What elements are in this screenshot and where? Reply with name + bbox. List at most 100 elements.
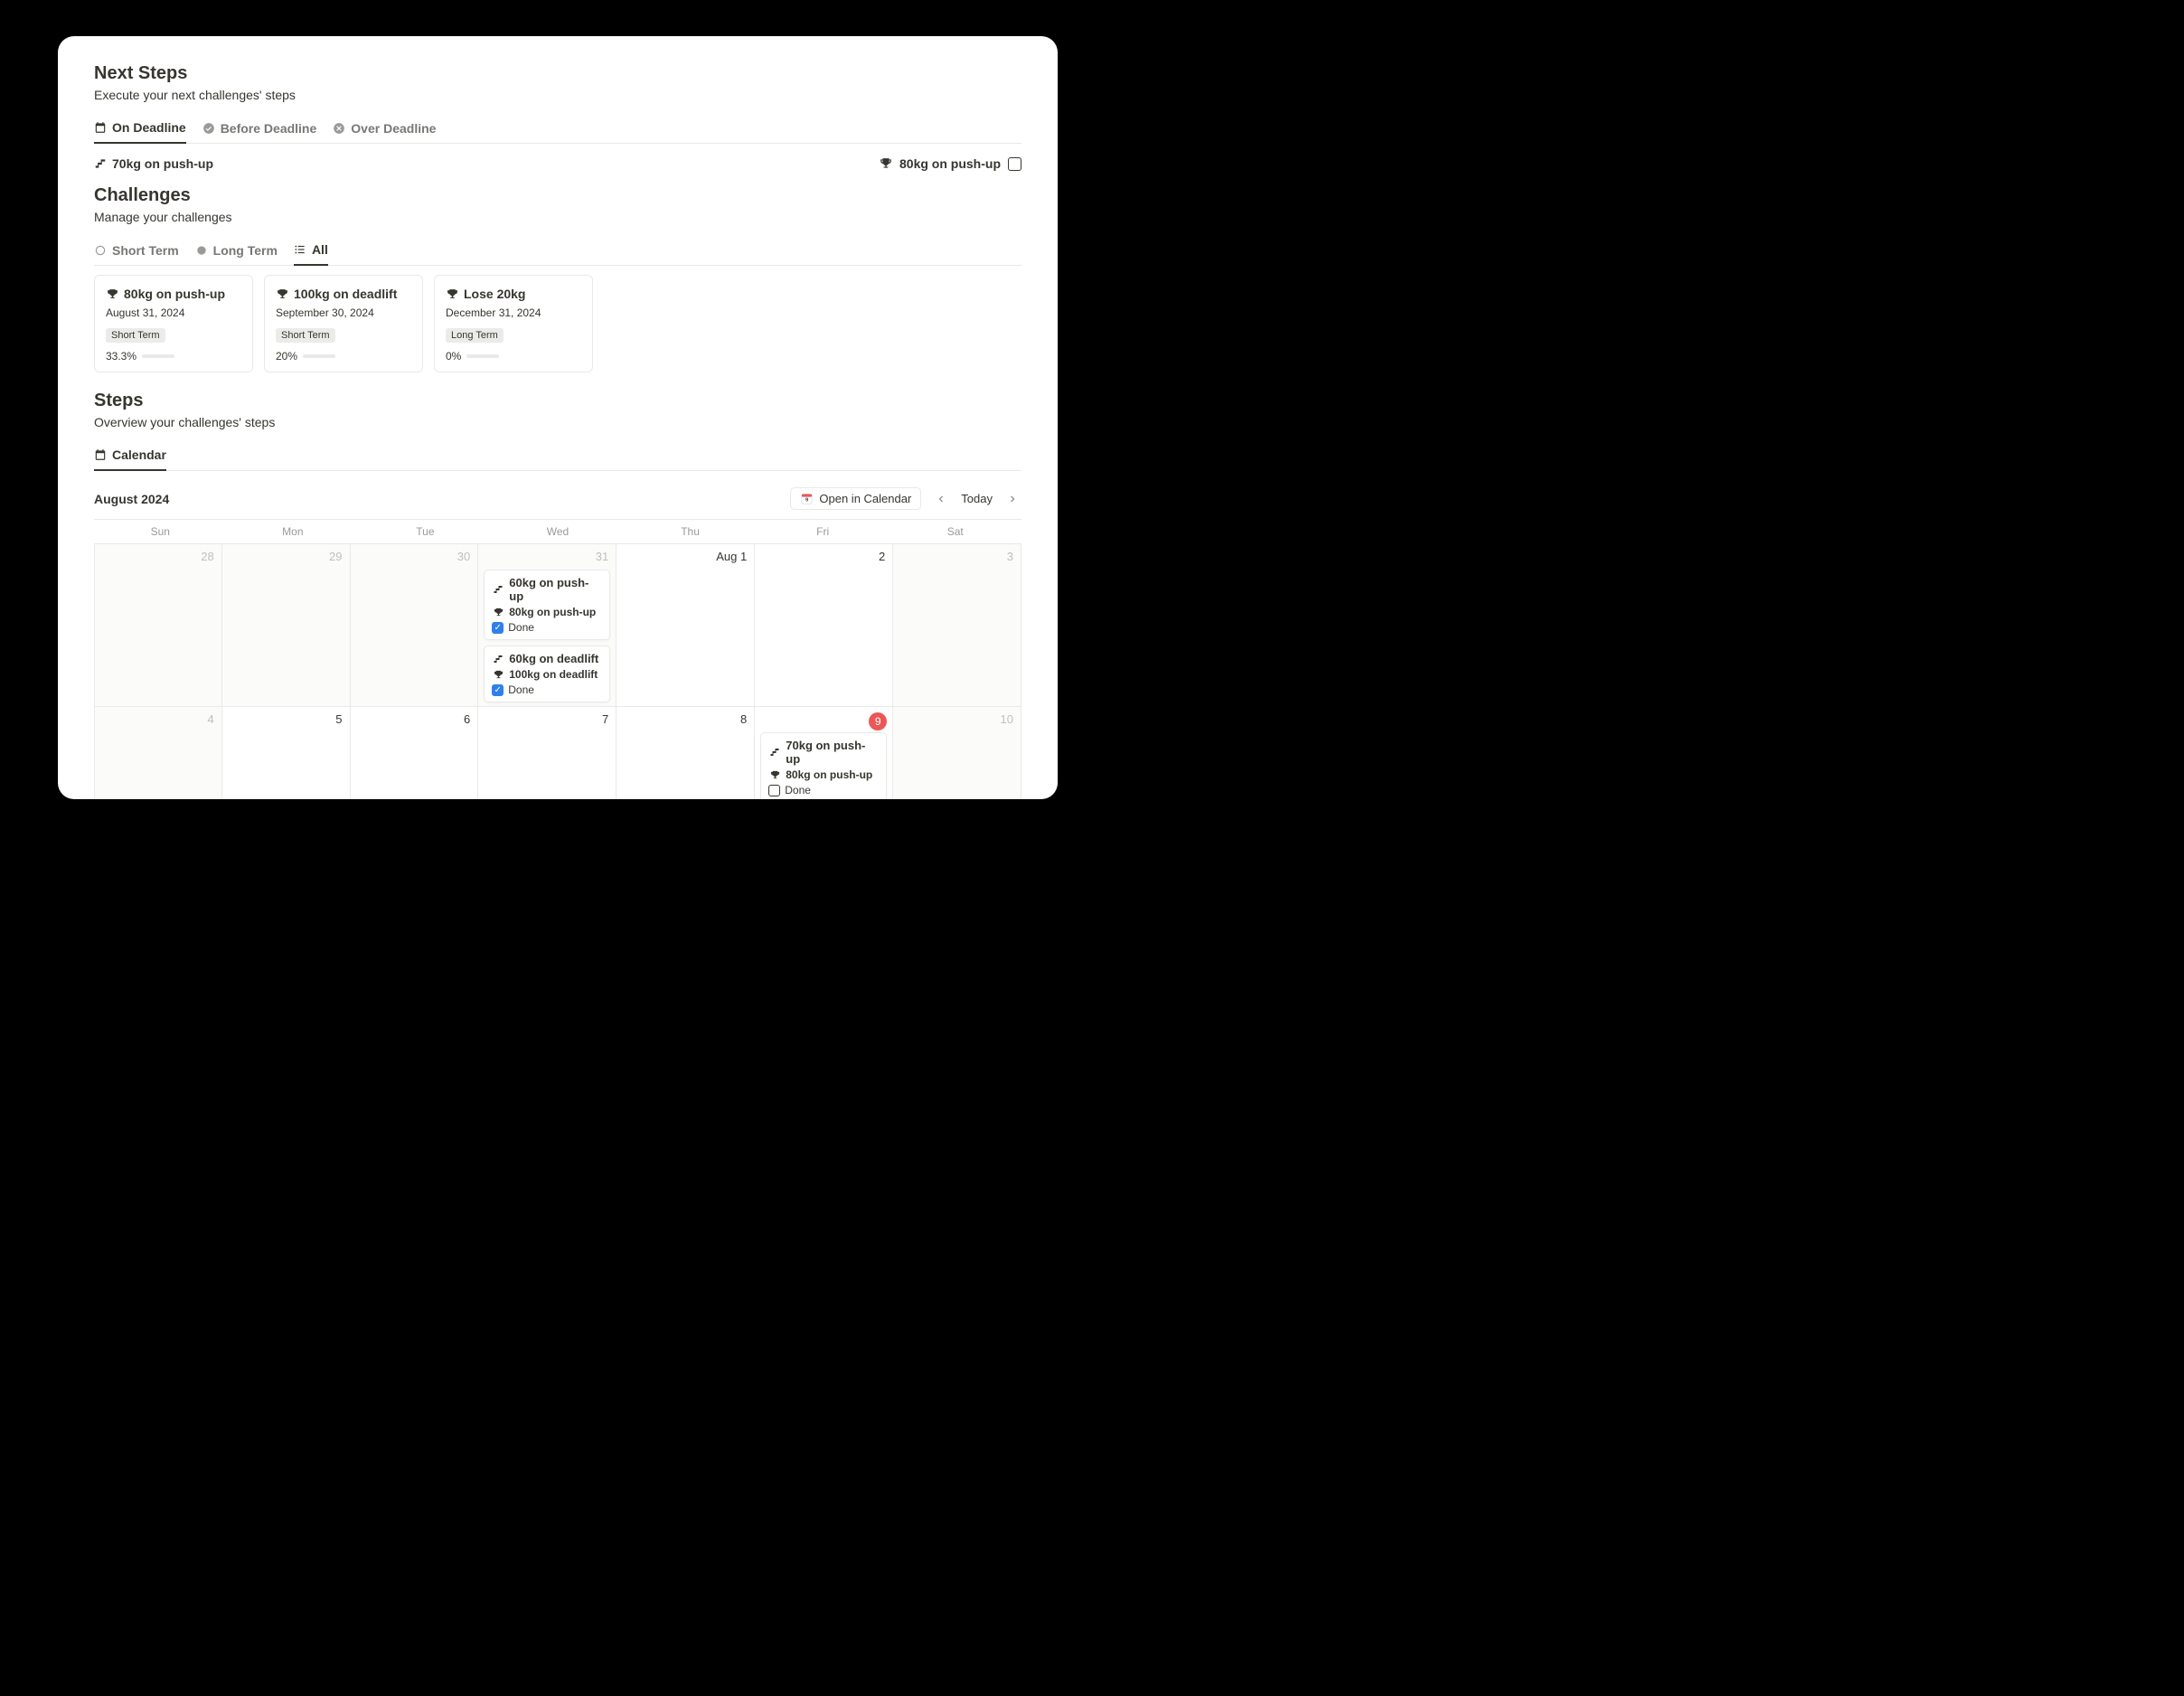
card-date: December 31, 2024 xyxy=(446,306,581,319)
calendar-cell[interactable]: Aug 1 xyxy=(617,543,755,706)
event-sub-text: 80kg on push-up xyxy=(786,768,872,781)
challenge-card[interactable]: 100kg on deadlift September 30, 2024 Sho… xyxy=(264,275,423,372)
challenge-card[interactable]: Lose 20kg December 31, 2024 Long Term 0% xyxy=(434,275,593,372)
calendar-cell[interactable]: 10 xyxy=(893,706,1021,799)
screen: Next Steps Execute your next challenges'… xyxy=(58,36,1058,799)
goal-chip[interactable]: 80kg on push-up xyxy=(880,156,1021,171)
calendar-body: 28 29 30 31 60kg on push-up 80kg xyxy=(94,543,1021,799)
event-title-text: 60kg on deadlift xyxy=(509,652,598,665)
progress-bar xyxy=(303,354,335,358)
calendar-app-icon: 9 xyxy=(800,492,814,505)
next-month-button[interactable] xyxy=(1003,494,1021,504)
tab-before-deadline[interactable]: Before Deadline xyxy=(202,116,317,143)
calendar-event[interactable]: 70kg on push-up 80kg on push-up Done xyxy=(760,732,887,799)
card-tag: Short Term xyxy=(276,328,335,343)
calendar-cell[interactable]: 3 xyxy=(893,543,1021,706)
checkbox-unchecked-icon[interactable] xyxy=(768,785,780,796)
trophy-icon xyxy=(492,606,504,618)
dow-cell: Sat xyxy=(889,520,1021,543)
cell-date: 2 xyxy=(879,550,885,563)
next-steps-tabs: On Deadline Before Deadline Over Deadlin… xyxy=(94,115,1021,144)
challenge-card[interactable]: 80kg on push-up August 31, 2024 Short Te… xyxy=(94,275,253,372)
next-step-row: 70kg on push-up 80kg on push-up xyxy=(94,153,1021,185)
calendar-cell[interactable]: 30 xyxy=(351,543,479,706)
calendar-cell[interactable]: 31 60kg on push-up 80kg on push-up xyxy=(478,543,617,706)
calendar-cell[interactable]: 8 xyxy=(617,706,755,799)
calendar-dow-row: Sun Mon Tue Wed Thu Fri Sat xyxy=(94,520,1021,543)
cell-date: 29 xyxy=(329,550,342,563)
tab-label: Over Deadline xyxy=(351,121,436,136)
dow-cell: Sun xyxy=(94,520,227,543)
cell-date: 3 xyxy=(1007,550,1013,563)
card-date: September 30, 2024 xyxy=(276,306,411,319)
calendar-cell[interactable]: 4 xyxy=(94,706,222,799)
card-tag: Long Term xyxy=(446,328,504,343)
calendar-event[interactable]: 60kg on push-up 80kg on push-up ✓ Done xyxy=(484,570,610,640)
tab-calendar-view[interactable]: Calendar xyxy=(94,442,166,471)
tab-label: Before Deadline xyxy=(221,121,317,136)
card-pct: 33.3% xyxy=(106,350,136,363)
card-progress: 0% xyxy=(446,350,581,363)
challenges-tabs: Short Term Long Term All xyxy=(94,237,1021,266)
tab-on-deadline[interactable]: On Deadline xyxy=(94,115,186,144)
trophy-icon xyxy=(492,668,504,681)
challenge-cards: 80kg on push-up August 31, 2024 Short Te… xyxy=(94,275,1021,372)
card-title-text: Lose 20kg xyxy=(464,287,525,301)
checkbox-checked-icon[interactable]: ✓ xyxy=(492,622,504,634)
cell-date: Aug 1 xyxy=(716,550,747,563)
calendar-cell[interactable]: 6 xyxy=(351,706,479,799)
calendar-month: August 2024 xyxy=(94,492,169,506)
trophy-icon xyxy=(446,287,458,300)
current-step[interactable]: 70kg on push-up xyxy=(94,156,213,171)
card-title-text: 80kg on push-up xyxy=(124,287,225,301)
prev-month-button[interactable] xyxy=(932,494,950,504)
open-in-calendar-button[interactable]: 9 Open in Calendar xyxy=(790,487,921,510)
list-icon xyxy=(294,243,306,256)
calendar-cell[interactable]: 7 xyxy=(478,706,617,799)
next-steps-subtitle: Execute your next challenges' steps xyxy=(94,88,1021,102)
event-title-text: 70kg on push-up xyxy=(786,739,879,766)
svg-text:9: 9 xyxy=(805,498,808,504)
steps-subtitle: Overview your challenges' steps xyxy=(94,415,1021,429)
cell-date: 31 xyxy=(596,550,608,563)
card-title-text: 100kg on deadlift xyxy=(294,287,397,301)
trophy-icon xyxy=(276,287,288,300)
calendar-cell[interactable]: 9 70kg on push-up 80kg on push-up xyxy=(755,706,893,799)
calendar-event[interactable]: 60kg on deadlift 100kg on deadlift ✓ Don… xyxy=(484,645,610,702)
calendar-cell[interactable]: 28 xyxy=(94,543,222,706)
card-date: August 31, 2024 xyxy=(106,306,241,319)
dow-cell: Mon xyxy=(227,520,360,543)
tab-label: All xyxy=(312,242,328,257)
calendar-cell[interactable]: 29 xyxy=(222,543,351,706)
stairs-icon xyxy=(492,653,504,665)
steps-title: Steps xyxy=(94,391,1021,411)
calendar-icon xyxy=(94,121,107,134)
tab-all[interactable]: All xyxy=(294,237,328,266)
calendar-cell[interactable]: 5 xyxy=(222,706,351,799)
cell-date: 10 xyxy=(1001,712,1013,726)
tab-over-deadline[interactable]: Over Deadline xyxy=(333,116,436,143)
tab-label: Calendar xyxy=(112,448,166,462)
cell-date: 7 xyxy=(602,712,608,726)
checkbox-checked-icon[interactable]: ✓ xyxy=(492,684,504,696)
challenges-subtitle: Manage your challenges xyxy=(94,210,1021,224)
progress-bar xyxy=(466,354,499,358)
x-circle-icon xyxy=(333,122,345,135)
steps-tabs: Calendar xyxy=(94,442,1021,471)
tab-short-term[interactable]: Short Term xyxy=(94,238,179,265)
cell-date: 6 xyxy=(464,712,470,726)
card-progress: 33.3% xyxy=(106,350,241,363)
check-circle-icon xyxy=(202,122,215,135)
dow-cell: Fri xyxy=(757,520,890,543)
stairs-icon xyxy=(768,746,781,758)
calendar-cell[interactable]: 2 xyxy=(755,543,893,706)
calendar-icon xyxy=(94,448,107,461)
goal-checkbox[interactable] xyxy=(1008,157,1021,171)
current-step-label: 70kg on push-up xyxy=(112,156,213,171)
tab-long-term[interactable]: Long Term xyxy=(195,238,278,265)
done-label: Done xyxy=(508,621,534,634)
today-button[interactable]: Today xyxy=(961,492,993,505)
tab-label: On Deadline xyxy=(112,120,186,135)
cell-date: 30 xyxy=(457,550,470,563)
tablet-frame: Next Steps Execute your next challenges'… xyxy=(29,2,1087,834)
